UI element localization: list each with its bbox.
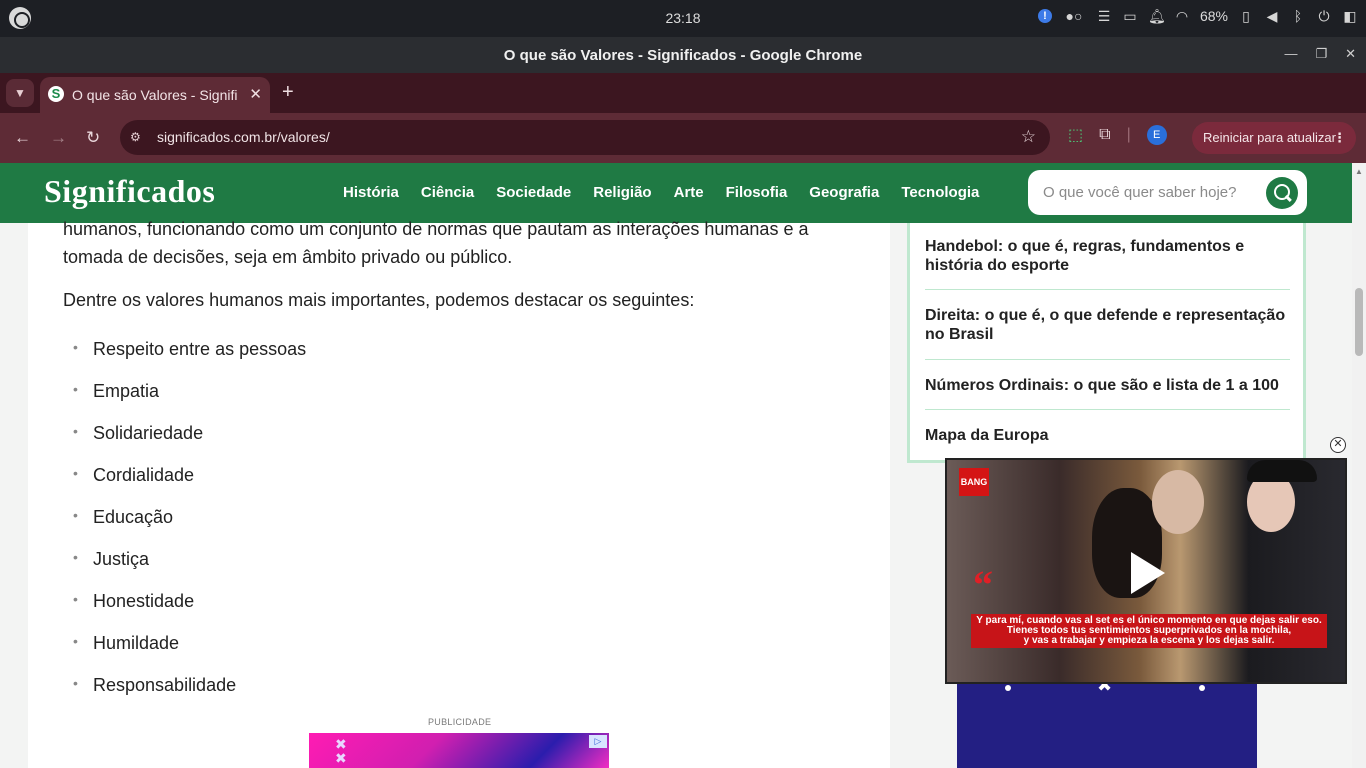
url-text: significados.com.br/valores/ bbox=[157, 129, 330, 145]
screenshot-icon[interactable]: ⬚ bbox=[1068, 125, 1083, 145]
site-search: O que você quer saber hoje? bbox=[1028, 170, 1307, 215]
play-icon[interactable] bbox=[1131, 552, 1165, 594]
battery-percent: 68% bbox=[1199, 8, 1228, 24]
site-favicon-icon: S bbox=[48, 86, 64, 102]
menu-item-tecnologia[interactable]: Tecnologia bbox=[901, 184, 979, 201]
site-header: Significados História Ciência Sociedade … bbox=[0, 163, 1352, 223]
scroll-up-icon[interactable]: ▲ bbox=[1355, 167, 1363, 176]
list-item: Humildade bbox=[73, 633, 306, 675]
tab-title: O que são Valores - Significados bbox=[72, 87, 238, 103]
tab-active[interactable]: S O que são Valores - Significados ✕ bbox=[40, 77, 270, 113]
quote-mark-icon: “ bbox=[973, 562, 993, 607]
search-icon[interactable] bbox=[1266, 177, 1298, 209]
battery-icon[interactable]: ▯ bbox=[1238, 8, 1254, 24]
power-icon[interactable]: ⏻ bbox=[1316, 8, 1332, 24]
site-info-icon[interactable]: ⚙ bbox=[130, 130, 145, 145]
profile-avatar[interactable]: E bbox=[1146, 125, 1167, 145]
search-input[interactable]: O que você quer saber hoje? bbox=[1043, 184, 1236, 201]
folder-icon[interactable]: ▭ bbox=[1122, 8, 1138, 24]
bookmark-star-icon[interactable]: ☆ bbox=[1021, 127, 1036, 147]
video-figure bbox=[1152, 470, 1204, 534]
reload-button[interactable]: ↻ bbox=[86, 128, 100, 148]
more-menu-icon[interactable]: ⋮ bbox=[1333, 122, 1346, 154]
divider bbox=[925, 359, 1290, 360]
video-channel-logo: BANG bbox=[959, 468, 989, 496]
window-title-bar: O que são Valores - Significados - Googl… bbox=[0, 37, 1366, 73]
minimize-icon[interactable]: — bbox=[1284, 46, 1297, 62]
floating-video-player[interactable]: BANG “ Y para mí, cuando vas al set es e… bbox=[945, 458, 1347, 684]
close-tab-icon[interactable]: ✕ bbox=[249, 85, 262, 103]
forward-button[interactable]: → bbox=[50, 128, 67, 148]
video-figure-cap bbox=[1247, 460, 1317, 482]
related-link-mapa-europa[interactable]: Mapa da Europa bbox=[925, 426, 1290, 445]
task-list-icon[interactable]: ☰ bbox=[1096, 8, 1112, 24]
window-title: O que são Valores - Significados - Googl… bbox=[503, 47, 863, 64]
notification-alert-icon[interactable]: ! bbox=[1037, 9, 1052, 23]
toolbar-actions: ⬚ ⧉ | E bbox=[1068, 125, 1167, 145]
page-scrollbar[interactable]: ▲ bbox=[1352, 163, 1366, 768]
wifi-icon[interactable]: ◠ bbox=[1174, 8, 1190, 24]
list-item: Respeito entre as pessoas bbox=[73, 339, 306, 381]
advertisement-banner[interactable]: ✖ ✖ ▷ bbox=[309, 733, 609, 768]
list-item: Empatia bbox=[73, 381, 306, 423]
article-body: humanos, funcionando como um conjunto de… bbox=[28, 219, 890, 768]
video-subtitles: Y para mí, cuando vas al set es el único… bbox=[971, 614, 1327, 648]
tab-strip: ▼ S O que são Valores - Significados ✕ + bbox=[0, 73, 1366, 113]
scrollbar-thumb[interactable] bbox=[1355, 288, 1363, 356]
ad-dot bbox=[1199, 685, 1205, 691]
menu-item-ciencia[interactable]: Ciência bbox=[421, 184, 474, 201]
extensions-icon[interactable]: ⧉ bbox=[1099, 126, 1110, 144]
related-articles: Handebol: o que é, regras, fundamentos e… bbox=[907, 223, 1306, 463]
related-link-handebol[interactable]: Handebol: o que é, regras, fundamentos e… bbox=[925, 237, 1290, 275]
article-paragraph-intro: Dentre os valores humanos mais important… bbox=[63, 290, 695, 310]
list-item: Educação bbox=[73, 507, 306, 549]
close-window-icon[interactable]: ✕ bbox=[1345, 46, 1356, 62]
list-item: Responsabilidade bbox=[73, 675, 306, 717]
menu-item-sociedade[interactable]: Sociedade bbox=[496, 184, 571, 201]
workspace-indicator-icon[interactable]: ●○ bbox=[1062, 8, 1086, 24]
restart-label: Reiniciar para atualizar bbox=[1203, 130, 1336, 145]
menu-item-arte[interactable]: Arte bbox=[674, 184, 704, 201]
bell-icon[interactable]: 🔔︎ bbox=[1148, 8, 1166, 24]
bluetooth-icon[interactable]: ᛒ bbox=[1290, 8, 1306, 24]
divider bbox=[925, 289, 1290, 290]
toolbar-divider: | bbox=[1126, 126, 1131, 143]
site-logo[interactable]: Significados bbox=[44, 173, 215, 210]
window-controls: — ❐ ✕ bbox=[1284, 46, 1356, 62]
ad-dot bbox=[1005, 685, 1011, 691]
divider bbox=[925, 409, 1290, 410]
address-bar[interactable]: ⚙ significados.com.br/valores/ ☆ bbox=[120, 120, 1050, 155]
volume-icon[interactable]: ◀︎ bbox=[1264, 8, 1280, 24]
ad-label: PUBLICIDADE bbox=[428, 717, 492, 727]
values-list: Respeito entre as pessoas Empatia Solida… bbox=[73, 339, 306, 717]
subtitle-line: y vas a trabajar y empieza la escena y l… bbox=[1023, 635, 1275, 646]
related-link-numeros-ordinais[interactable]: Números Ordinais: o que são e lista de 1… bbox=[925, 376, 1290, 395]
list-item: Honestidade bbox=[73, 591, 306, 633]
menu-item-filosofia[interactable]: Filosofia bbox=[726, 184, 788, 201]
close-video-icon[interactable]: ✕ bbox=[1330, 437, 1346, 453]
tab-search-button[interactable]: ▼ bbox=[6, 79, 34, 107]
panel-collapse-icon[interactable]: ◧ bbox=[1342, 8, 1358, 24]
ad-decoration-icon: ✖ ✖ bbox=[335, 736, 347, 766]
browser-toolbar: ← → ↻ ⚙ significados.com.br/valores/ ☆ ⬚… bbox=[0, 113, 1366, 163]
article-paragraph: humanos, funcionando como um conjunto de… bbox=[63, 219, 809, 267]
system-top-bar: 23:18 ! ●○ ☰ ▭ 🔔︎ ◠ 68% ▯ ◀︎ ᛒ ⏻ ◧ bbox=[0, 0, 1366, 37]
site-menu: História Ciência Sociedade Religião Arte… bbox=[343, 184, 1001, 201]
list-item: Justiça bbox=[73, 549, 306, 591]
related-link-direita[interactable]: Direita: o que é, o que defende e repres… bbox=[925, 306, 1290, 344]
menu-item-historia[interactable]: História bbox=[343, 184, 399, 201]
adchoices-icon[interactable]: ▷ bbox=[589, 735, 607, 748]
list-item: Solidariedade bbox=[73, 423, 306, 465]
menu-item-geografia[interactable]: Geografia bbox=[809, 184, 879, 201]
list-item: Cordialidade bbox=[73, 465, 306, 507]
new-tab-button[interactable]: + bbox=[282, 81, 294, 104]
back-button[interactable]: ← bbox=[14, 128, 31, 148]
restart-to-update-button[interactable]: Reiniciar para atualizar ⋮ bbox=[1192, 122, 1356, 154]
system-tray: ! ●○ ☰ ▭ 🔔︎ ◠ 68% ▯ ◀︎ ᛒ ⏻ ◧ bbox=[1037, 8, 1358, 24]
menu-item-religiao[interactable]: Religião bbox=[593, 184, 651, 201]
maximize-icon[interactable]: ❐ bbox=[1315, 46, 1327, 62]
